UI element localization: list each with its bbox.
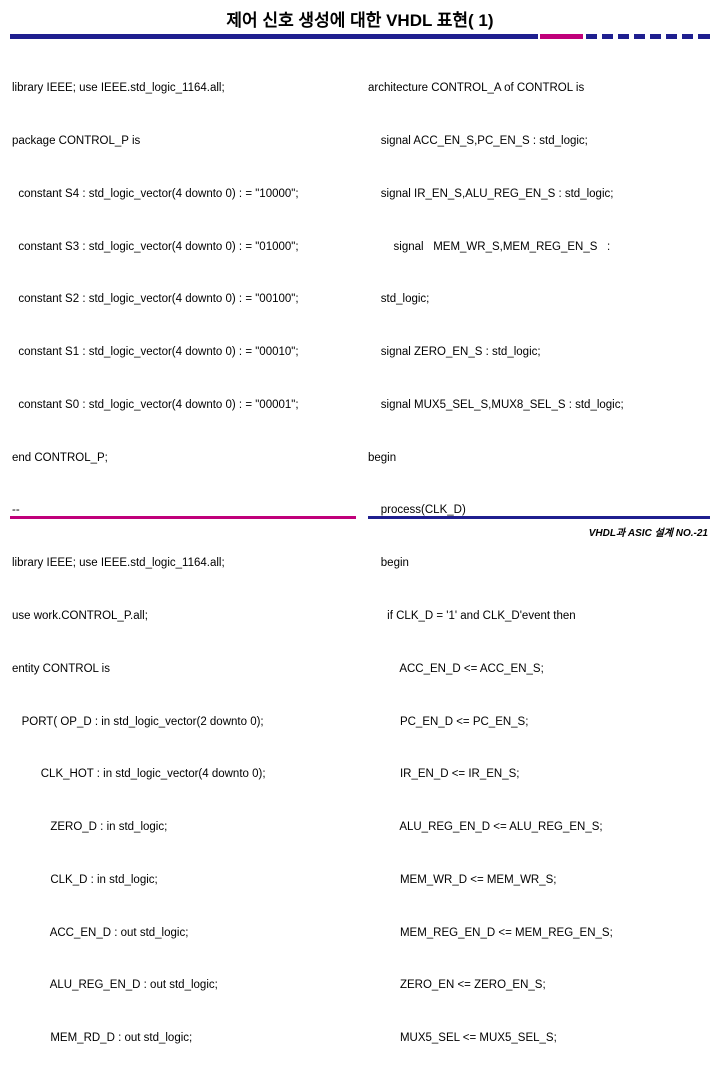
code-line: begin (368, 451, 397, 464)
header-tick-2 (602, 34, 613, 39)
code-line: library IEEE; use IEEE.std_logic_1164.al… (12, 82, 225, 95)
header-tick-5 (650, 34, 661, 39)
code-line: CLK_HOT : in std_logic_vector(4 downto 0… (12, 768, 266, 781)
slide: 제어 신호 생성에 대한 VHDL 표현( 1) library IEEE; u… (0, 0, 720, 1044)
code-block-right: architecture CONTROL_A of CONTROL is sig… (368, 45, 716, 1080)
code-line: signal ACC_EN_S,PC_EN_S : std_logic; (368, 134, 588, 147)
code-line: constant S3 : std_logic_vector(4 downto … (12, 240, 299, 253)
code-line: constant S0 : std_logic_vector(4 downto … (12, 398, 299, 411)
code-line: ALU_REG_EN_D : out std_logic; (12, 979, 218, 992)
code-line: constant S1 : std_logic_vector(4 downto … (12, 346, 299, 359)
code-line: constant S4 : std_logic_vector(4 downto … (12, 187, 299, 200)
code-line: signal ZERO_EN_S : std_logic; (368, 346, 541, 359)
code-line: MEM_REG_EN_D <= MEM_REG_EN_S; (368, 926, 613, 939)
header-rule-blue (10, 34, 538, 39)
code-line: constant S2 : std_logic_vector(4 downto … (12, 293, 299, 306)
page-title: 제어 신호 생성에 대한 VHDL 표현( 1) (226, 11, 494, 30)
code-line: ZERO_EN <= ZERO_EN_S; (368, 979, 546, 992)
code-line: architecture CONTROL_A of CONTROL is (368, 82, 585, 95)
code-line: ACC_EN_D <= ACC_EN_S; (368, 662, 544, 675)
code-line: PC_EN_D <= PC_EN_S; (368, 715, 529, 728)
code-line: MUX5_SEL <= MUX5_SEL_S; (368, 1032, 557, 1045)
code-line: package CONTROL_P is (12, 134, 141, 147)
header-tick-6 (666, 34, 677, 39)
code-line: entity CONTROL is (12, 662, 110, 675)
code-line: use work.CONTROL_P.all; (12, 610, 148, 622)
header-tick-7 (682, 34, 693, 39)
header-tick-8 (698, 34, 710, 39)
header-tick-4 (634, 34, 645, 39)
code-line: MEM_RD_D : out std_logic; (12, 1032, 193, 1045)
code-line: ACC_EN_D : out std_logic; (12, 926, 189, 939)
header-tick-1 (586, 34, 597, 39)
footer-text: VHDL과 ASIC 설계 NO.-21 (588, 528, 708, 539)
code-line: signal MEM_WR_S,MEM_REG_EN_S : (368, 240, 611, 253)
code-line: IR_EN_D <= IR_EN_S; (368, 768, 520, 781)
code-line: ZERO_D : in std_logic; (12, 821, 168, 834)
code-line: std_logic; (368, 293, 430, 306)
header-rule-magenta (540, 34, 583, 39)
code-line: library IEEE; use IEEE.std_logic_1164.al… (12, 557, 225, 570)
code-line: PORT( OP_D : in std_logic_vector(2 downt… (12, 715, 264, 728)
code-line: begin (368, 557, 409, 570)
code-line: MEM_WR_D <= MEM_WR_S; (368, 873, 557, 886)
code-line: CLK_D : in std_logic; (12, 873, 158, 886)
footer-rule-blue (368, 516, 710, 519)
code-line: end CONTROL_P; (12, 451, 108, 464)
header-tick-3 (618, 34, 629, 39)
code-line: if CLK_D = '1' and CLK_D'event then (368, 610, 576, 622)
footer-rule-magenta (10, 516, 356, 519)
code-line: signal IR_EN_S,ALU_REG_EN_S : std_logic; (368, 187, 614, 200)
code-line: signal MUX5_SEL_S,MUX8_SEL_S : std_logic… (368, 398, 624, 411)
code-line: ALU_REG_EN_D <= ALU_REG_EN_S; (368, 821, 603, 834)
code-block-left: library IEEE; use IEEE.std_logic_1164.al… (12, 45, 362, 1080)
